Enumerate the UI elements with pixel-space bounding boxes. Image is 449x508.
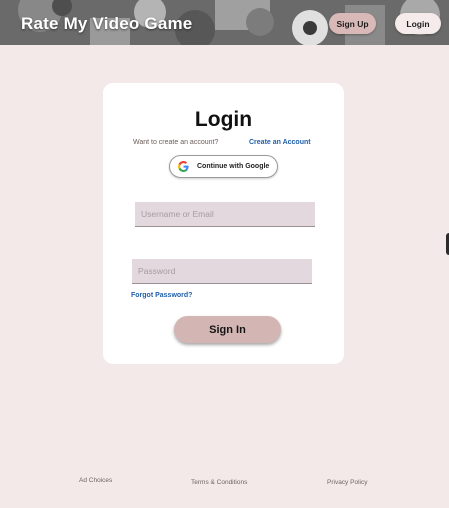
login-heading: Login	[194, 108, 253, 131]
footer-terms-link[interactable]: Terms & Conditions	[191, 479, 247, 486]
google-signin-button[interactable]: Continue with Google	[169, 155, 278, 178]
login-card: Login Want to create an account? Create …	[103, 83, 344, 364]
google-button-label: Continue with Google	[197, 163, 270, 170]
google-icon	[178, 161, 189, 172]
create-account-link[interactable]: Create an Account	[249, 139, 311, 146]
site-title: Rate My Video Game	[21, 14, 193, 33]
footer-privacy-link[interactable]: Privacy Policy	[327, 479, 367, 486]
sign-in-button[interactable]: Sign In	[174, 316, 281, 343]
login-nav-button[interactable]: Login	[395, 13, 441, 34]
site-header: Rate My Video Game Sign Up Login	[0, 0, 449, 45]
forgot-password-link[interactable]: Forgot Password?	[131, 292, 192, 299]
password-input[interactable]	[132, 259, 312, 284]
footer-ad-choices-link[interactable]: Ad Choices	[79, 477, 112, 484]
create-account-prompt: Want to create an account?	[133, 139, 219, 146]
sign-up-button[interactable]: Sign Up	[329, 13, 376, 34]
username-email-input[interactable]	[135, 202, 315, 227]
